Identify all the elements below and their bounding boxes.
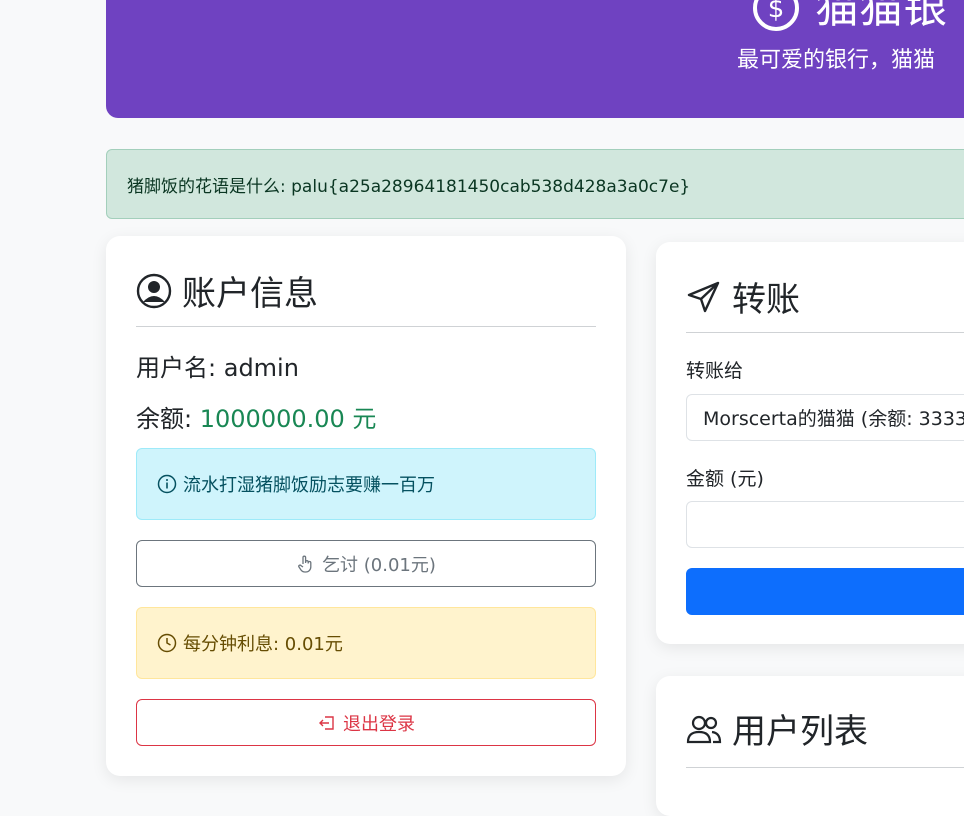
username-label: 用户名: xyxy=(136,354,217,382)
hero-banner: $ 猫猫银 最可爱的银行，猫猫 xyxy=(106,0,964,118)
account-title: 账户信息 xyxy=(136,266,318,315)
username-line: 用户名: admin xyxy=(136,348,299,383)
hero-subtitle: 最可爱的银行，猫猫 xyxy=(737,48,936,73)
account-title-text: 账户信息 xyxy=(182,274,318,314)
logout-icon xyxy=(319,715,334,730)
transfer-title-text: 转账 xyxy=(732,280,800,320)
amount-input[interactable] xyxy=(686,501,964,548)
transfer-submit-button[interactable] xyxy=(686,568,964,615)
hero-title-text: 猫猫银 xyxy=(815,0,947,33)
transfer-to-selected: Morscerta的猫猫 (余额: 3333 xyxy=(703,408,964,430)
interest-alert: 每分钟利息: 0.01元 xyxy=(136,607,596,679)
balance-label: 余额: xyxy=(136,405,193,433)
users-title-text: 用户列表 xyxy=(732,712,868,752)
users-icon xyxy=(686,715,722,743)
amount-label: 金额 (元) xyxy=(686,468,764,490)
user-circle-icon xyxy=(136,273,172,308)
send-icon xyxy=(687,281,720,312)
balance-value: 1000000.00 元 xyxy=(199,405,377,433)
transfer-divider xyxy=(686,332,964,333)
balance-line: 余额: 1000000.00 元 xyxy=(136,399,376,434)
flag-alert-text: 猪脚饭的花语是什么: palu{a25a28964181450cab538d42… xyxy=(127,176,691,197)
users-divider xyxy=(686,767,964,768)
info-alert: 流水打湿猪脚饭励志要赚一百万 xyxy=(136,448,596,520)
logout-button[interactable]: 退出登录 xyxy=(136,699,596,746)
info-circle-icon xyxy=(157,474,177,494)
hand-pointer-icon xyxy=(298,555,312,573)
transfer-card: 转账 转账给 Morscerta的猫猫 (余额: 3333 金额 (元) xyxy=(656,242,964,644)
svg-text:$: $ xyxy=(768,0,785,24)
logout-button-label: 退出登录 xyxy=(343,713,415,735)
info-text: 流水打湿猪脚饭励志要赚一百万 xyxy=(183,475,435,496)
username-value: admin xyxy=(223,354,299,382)
transfer-title: 转账 xyxy=(686,272,800,321)
users-title: 用户列表 xyxy=(686,704,868,753)
transfer-to-select[interactable]: Morscerta的猫猫 (余额: 3333 xyxy=(686,394,964,441)
hero-title: $ 猫猫银 xyxy=(751,0,947,36)
users-card: 用户列表 xyxy=(656,676,964,816)
beg-button-label: 乞讨 (0.01元) xyxy=(322,554,436,576)
account-divider xyxy=(136,326,596,327)
coin-icon: $ xyxy=(753,0,799,31)
account-card: 账户信息 用户名: admin 余额: 1000000.00 元 流水打湿猪脚饭… xyxy=(106,236,626,776)
transfer-to-label: 转账给 xyxy=(686,360,744,382)
clock-icon xyxy=(157,633,177,653)
flag-alert: 猪脚饭的花语是什么: palu{a25a28964181450cab538d42… xyxy=(106,149,964,219)
beg-button[interactable]: 乞讨 (0.01元) xyxy=(136,540,596,587)
interest-text: 每分钟利息: 0.01元 xyxy=(183,634,343,655)
